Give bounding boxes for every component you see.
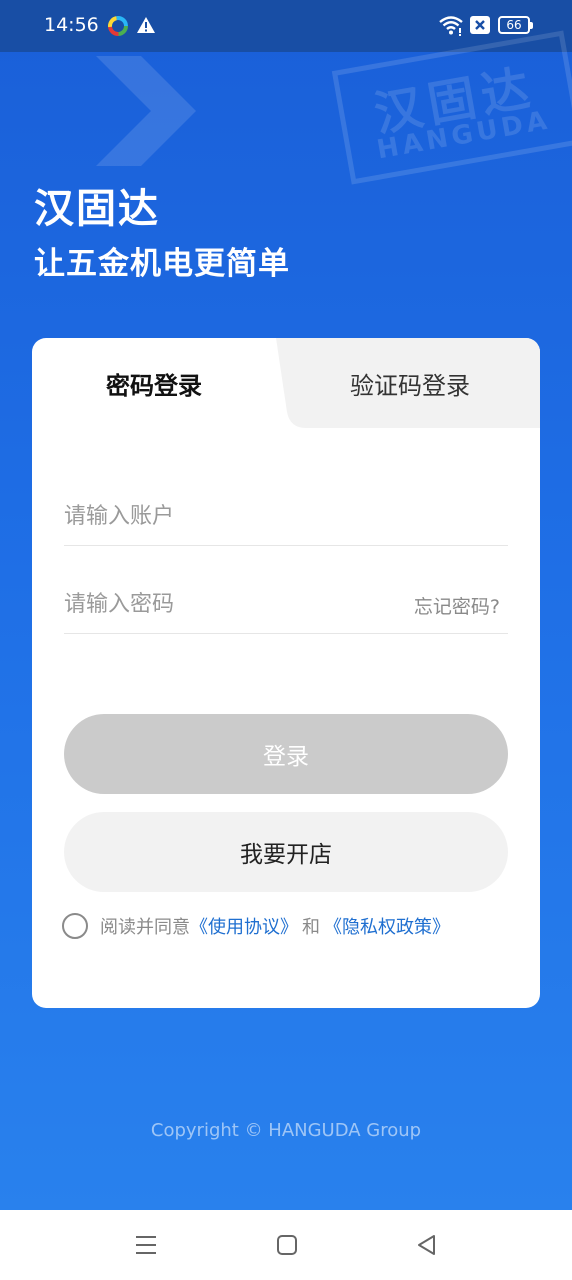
agreement-and: 和 (302, 917, 320, 938)
status-time: 14:56 (44, 14, 99, 36)
no-sim-icon (470, 16, 490, 34)
password-field: 忘记密码? (64, 574, 508, 634)
privacy-link[interactable]: 《隐私权政策》 (324, 913, 450, 939)
home-icon[interactable] (276, 1234, 298, 1256)
brand-title: 汉固达 (34, 186, 160, 232)
battery-icon: 66 (498, 16, 533, 34)
tab-password-login[interactable]: 密码登录 (106, 366, 202, 401)
system-nav-bar (0, 1210, 572, 1280)
account-input[interactable] (64, 498, 384, 534)
forgot-password-link[interactable]: 忘记密码? (414, 592, 500, 619)
tab-code-login[interactable]: 验证码登录 (350, 366, 470, 401)
agreement-prefix: 阅读并同意 (100, 917, 190, 938)
warning-icon (137, 17, 155, 33)
open-store-button[interactable]: 我要开店 (64, 812, 508, 892)
login-card: 密码登录 验证码登录 忘记密码? 登录 我要开店 阅读并同意 《使用协议》 和 … (32, 338, 540, 1008)
chevron-decoration-icon (96, 56, 196, 166)
agreement-row: 阅读并同意 《使用协议》 和 《隐私权政策》 (62, 912, 522, 940)
terms-link[interactable]: 《使用协议》 (190, 913, 298, 939)
app-icon (108, 16, 128, 36)
brand-slogan: 让五金机电更简单 (34, 246, 290, 282)
copyright-text: Copyright © HANGUDA Group (150, 1120, 422, 1141)
wifi-icon (439, 16, 463, 36)
brand-watermark: 汉固达 HANGUDA (331, 30, 572, 185)
back-icon[interactable] (414, 1232, 440, 1258)
account-field (64, 486, 508, 546)
password-input[interactable] (64, 586, 384, 622)
menu-icon[interactable] (134, 1234, 158, 1256)
agreement-radio[interactable] (62, 913, 88, 939)
login-button[interactable]: 登录 (64, 714, 508, 794)
